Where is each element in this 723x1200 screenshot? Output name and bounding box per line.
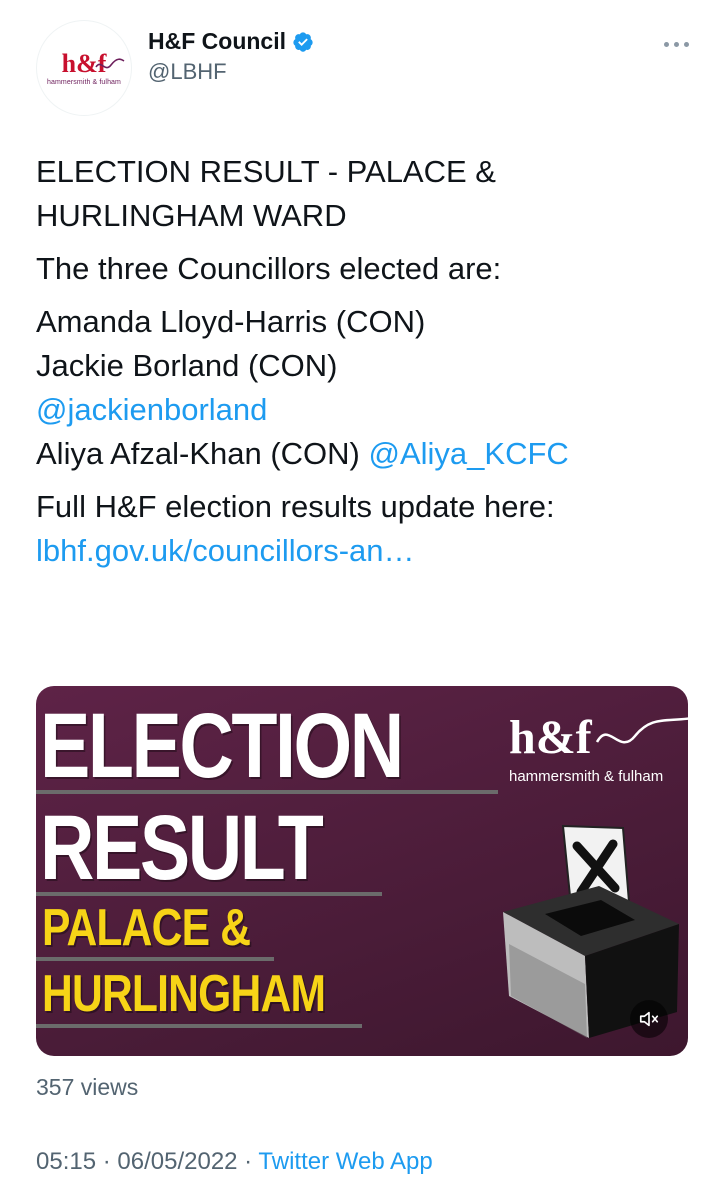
meta-separator: · <box>237 1148 259 1175</box>
verified-badge-icon <box>293 31 313 52</box>
councillor-2: Jackie Borland (CON) <box>36 348 338 383</box>
headline-line-2: HURLINGHAM WARD <box>36 198 347 233</box>
view-count: 357 views <box>36 1074 139 1100</box>
media-title-result: RESULT <box>40 797 324 899</box>
headline-line-1: ELECTION RESULT - PALACE & <box>36 154 496 189</box>
tweet-intro: The three Councillors elected are: <box>36 251 502 286</box>
update-paragraph: Full H&F election results update here: l… <box>36 485 696 573</box>
meta-separator: · <box>96 1148 118 1175</box>
councillor-3: Aliya Afzal-Khan (CON) <box>36 436 369 471</box>
councillor-1: Amanda Lloyd-Harris (CON) <box>36 304 426 339</box>
mute-button[interactable] <box>630 1000 668 1038</box>
avatar[interactable]: h&f hammersmith & fulham <box>36 20 132 116</box>
councillor-list: Amanda Lloyd-Harris (CON) Jackie Borland… <box>36 300 696 476</box>
speaker-muted-icon <box>639 1011 659 1027</box>
tweet-headline: ELECTION RESULT - PALACE & HURLINGHAM WA… <box>36 150 696 238</box>
tweet-header: h&f hammersmith & fulham H&F Council @LB… <box>36 20 696 120</box>
update-text: Full H&F election results update here: <box>36 489 555 524</box>
media-divider <box>36 1024 362 1028</box>
account-handle[interactable]: @LBHF <box>148 59 314 85</box>
media-brand-logo: h&f hammersmith & fulham <box>509 714 688 785</box>
media-brand-sub: hammersmith & fulham <box>509 768 664 785</box>
media-ward-line-1: PALACE & <box>42 899 251 957</box>
tweet-meta: 05:15 · 06/05/2022 · Twitter Web App <box>36 1148 433 1176</box>
media-divider <box>36 957 274 961</box>
video-media[interactable]: ELECTION RESULT PALACE & HURLINGHAM h&f … <box>36 686 688 1056</box>
brand-swoosh-icon <box>595 717 688 744</box>
logo-swoosh-icon <box>95 58 125 69</box>
avatar-logo-subtext: hammersmith & fulham <box>47 78 121 86</box>
media-divider <box>36 892 382 896</box>
account-name-block: H&F Council @LBHF <box>148 28 314 85</box>
tweet-time[interactable]: 05:15 <box>36 1148 96 1175</box>
mention-jackienborland[interactable]: @jackienborland <box>36 388 696 432</box>
results-link[interactable]: lbhf.gov.uk/councillors-an… <box>36 529 696 573</box>
media-divider <box>36 790 498 794</box>
tweet-source[interactable]: Twitter Web App <box>258 1148 432 1175</box>
media-title-election: ELECTION <box>40 695 404 797</box>
more-options-icon[interactable] <box>656 34 696 54</box>
tweet-text: ELECTION RESULT - PALACE & HURLINGHAM WA… <box>36 150 696 582</box>
tweet-date[interactable]: 06/05/2022 <box>117 1148 237 1175</box>
display-name[interactable]: H&F Council <box>148 28 286 55</box>
media-ward-line-2: HURLINGHAM <box>42 965 326 1023</box>
mention-aliya-kcfc[interactable]: @Aliya_KCFC <box>369 436 569 471</box>
